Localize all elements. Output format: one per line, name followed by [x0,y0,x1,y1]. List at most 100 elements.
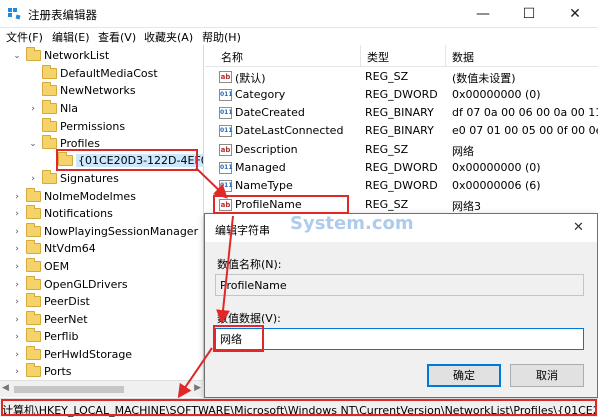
tree-item-label: OEM [44,260,70,273]
tree-item-newnetworks[interactable]: NewNetworks [0,82,203,100]
tree-item-label: NoImeModelmes [44,190,136,203]
dialog-title: 编辑字符串 [215,224,270,237]
value-data-field[interactable] [215,328,584,350]
key-tree[interactable]: ⌄ NetworkList DefaultMediaCost NewNetwor… [0,45,204,398]
chevron-down-icon[interactable]: ⌄ [28,138,38,150]
value-type: REG_BINARY [365,124,434,137]
ok-button[interactable]: 确定 [427,364,501,387]
folder-icon [26,240,41,254]
value-name-field[interactable] [215,274,584,296]
column-header-type[interactable]: 类型 [367,49,389,65]
folder-icon [42,135,57,149]
chevron-right-icon[interactable]: › [12,314,22,326]
tree-item-notifications[interactable]: › Notifications [0,205,203,223]
tree-item-nla[interactable]: › Nla [0,100,203,118]
binary-value-icon: 011 [219,125,233,137]
tree-item-networklist[interactable]: ⌄ NetworkList [0,47,203,65]
binary-value-icon: 011 [219,162,233,174]
column-divider[interactable] [360,45,361,67]
folder-icon [26,311,41,325]
tree-item-label: Profiles [60,137,100,150]
value-data: df 07 0a 00 06 00 0a 00 11 0 [452,106,598,119]
chevron-right-icon[interactable]: › [12,296,22,308]
value-name: DateLastConnected [235,124,344,137]
binary-value-icon: 011 [219,180,233,192]
tree-horizontal-scrollbar[interactable]: ◀ ▶ [0,380,204,397]
chevron-right-icon[interactable]: › [12,226,22,238]
column-header-data[interactable]: 数据 [452,49,474,65]
chevron-right-icon[interactable]: › [28,173,38,185]
tree-item-ntvdm64[interactable]: › NtVdm64 [0,240,203,258]
chevron-right-icon[interactable]: › [12,279,22,291]
chevron-right-icon[interactable]: › [12,208,22,220]
value-data: 0x00000006 (6) [452,179,541,192]
chevron-right-icon[interactable]: › [12,349,22,361]
value-type: REG_SZ [365,198,409,211]
scroll-right-icon[interactable]: ▶ [194,383,201,393]
scrollbar-thumb[interactable] [14,386,124,393]
folder-icon [26,363,41,377]
title-bar: 注册表编辑器 — ☐ ✕ [0,0,598,28]
value-row-profilename[interactable]: ab ProfileName REG_SZ 网络3 [205,196,598,214]
chevron-right-icon[interactable]: › [12,243,22,255]
tree-item-signatures[interactable]: › Signatures [0,170,203,188]
tree-item-noimemodelmes[interactable]: › NoImeModelmes [0,188,203,206]
column-divider[interactable] [445,45,446,67]
menu-help[interactable]: 帮助(H) [202,29,241,45]
value-row[interactable]: 011 DateCreated REG_BINARY df 07 0a 00 0… [205,104,598,122]
value-name: (默认) [235,72,266,85]
tree-item-label: NewNetworks [60,84,136,97]
menu-edit[interactable]: 编辑(E) [52,29,90,45]
tree-item-perhwidstorage[interactable]: › PerHwIdStorage [0,346,203,364]
value-row[interactable]: 011 NameType REG_DWORD 0x00000006 (6) [205,177,598,195]
tree-item-nowplayingsessionmanager[interactable]: › NowPlayingSessionManager [0,223,203,241]
value-row[interactable]: ab (默认) REG_SZ (数值未设置) [205,68,598,86]
chevron-right-icon[interactable]: › [28,103,38,115]
tree-item-oem[interactable]: › OEM [0,258,203,276]
value-row[interactable]: 011 Managed REG_DWORD 0x00000000 (0) [205,159,598,177]
tree-item-label: NetworkList [44,49,110,62]
minimize-button[interactable]: — [460,0,506,28]
cancel-button[interactable]: 取消 [510,364,584,387]
folder-icon [42,118,57,132]
tree-item-defaultmediacost[interactable]: DefaultMediaCost [0,65,203,83]
folder-icon [26,293,41,307]
tree-item-opengldrivers[interactable]: › OpenGLDrivers [0,276,203,294]
close-button[interactable]: ✕ [552,0,598,28]
tree-item-label: OpenGLDrivers [44,278,128,291]
tree-item-label: Permissions [60,120,126,133]
dialog-close-icon[interactable]: ✕ [573,220,584,235]
values-list-header: 名称 类型 数据 [205,45,598,67]
chevron-right-icon[interactable]: › [12,191,22,203]
value-name: Category [235,88,286,101]
chevron-right-icon[interactable]: › [12,366,22,378]
value-type: REG_DWORD [365,161,438,174]
value-name: ProfileName [235,198,302,211]
tree-item-profiles[interactable]: ⌄ Profiles [0,135,203,153]
tree-item-label: Nla [60,102,79,115]
value-row[interactable]: ab Description REG_SZ 网络 [205,141,598,159]
column-header-name[interactable]: 名称 [221,49,243,65]
chevron-down-icon[interactable]: ⌄ [12,50,22,62]
menu-file[interactable]: 文件(F) [6,29,43,45]
tree-item-permissions[interactable]: Permissions [0,118,203,136]
folder-icon [26,276,41,290]
maximize-button[interactable]: ☐ [506,0,552,28]
folder-icon [58,152,73,166]
tree-item-peernet[interactable]: › PeerNet [0,311,203,329]
folder-icon [26,47,41,61]
menu-favorites[interactable]: 收藏夹(A) [144,29,193,45]
tree-item-profile-guid[interactable]: {01CE20D3-122D-4EF0- [0,152,203,170]
menu-view[interactable]: 查看(V) [98,29,136,45]
scroll-left-icon[interactable]: ◀ [2,383,9,393]
value-row[interactable]: 011 Category REG_DWORD 0x00000000 (0) [205,86,598,104]
tree-item-label: PerHwIdStorage [44,348,133,361]
value-row[interactable]: 011 DateLastConnected REG_BINARY e0 07 0… [205,122,598,140]
tree-item-perflib[interactable]: › Perflib [0,328,203,346]
value-name: Description [235,143,298,156]
value-data: 网络3 [452,200,481,213]
tree-item-ports[interactable]: › Ports [0,363,203,381]
tree-item-peerdist[interactable]: › PeerDist [0,293,203,311]
chevron-right-icon[interactable]: › [12,331,22,343]
chevron-right-icon[interactable]: › [12,261,22,273]
